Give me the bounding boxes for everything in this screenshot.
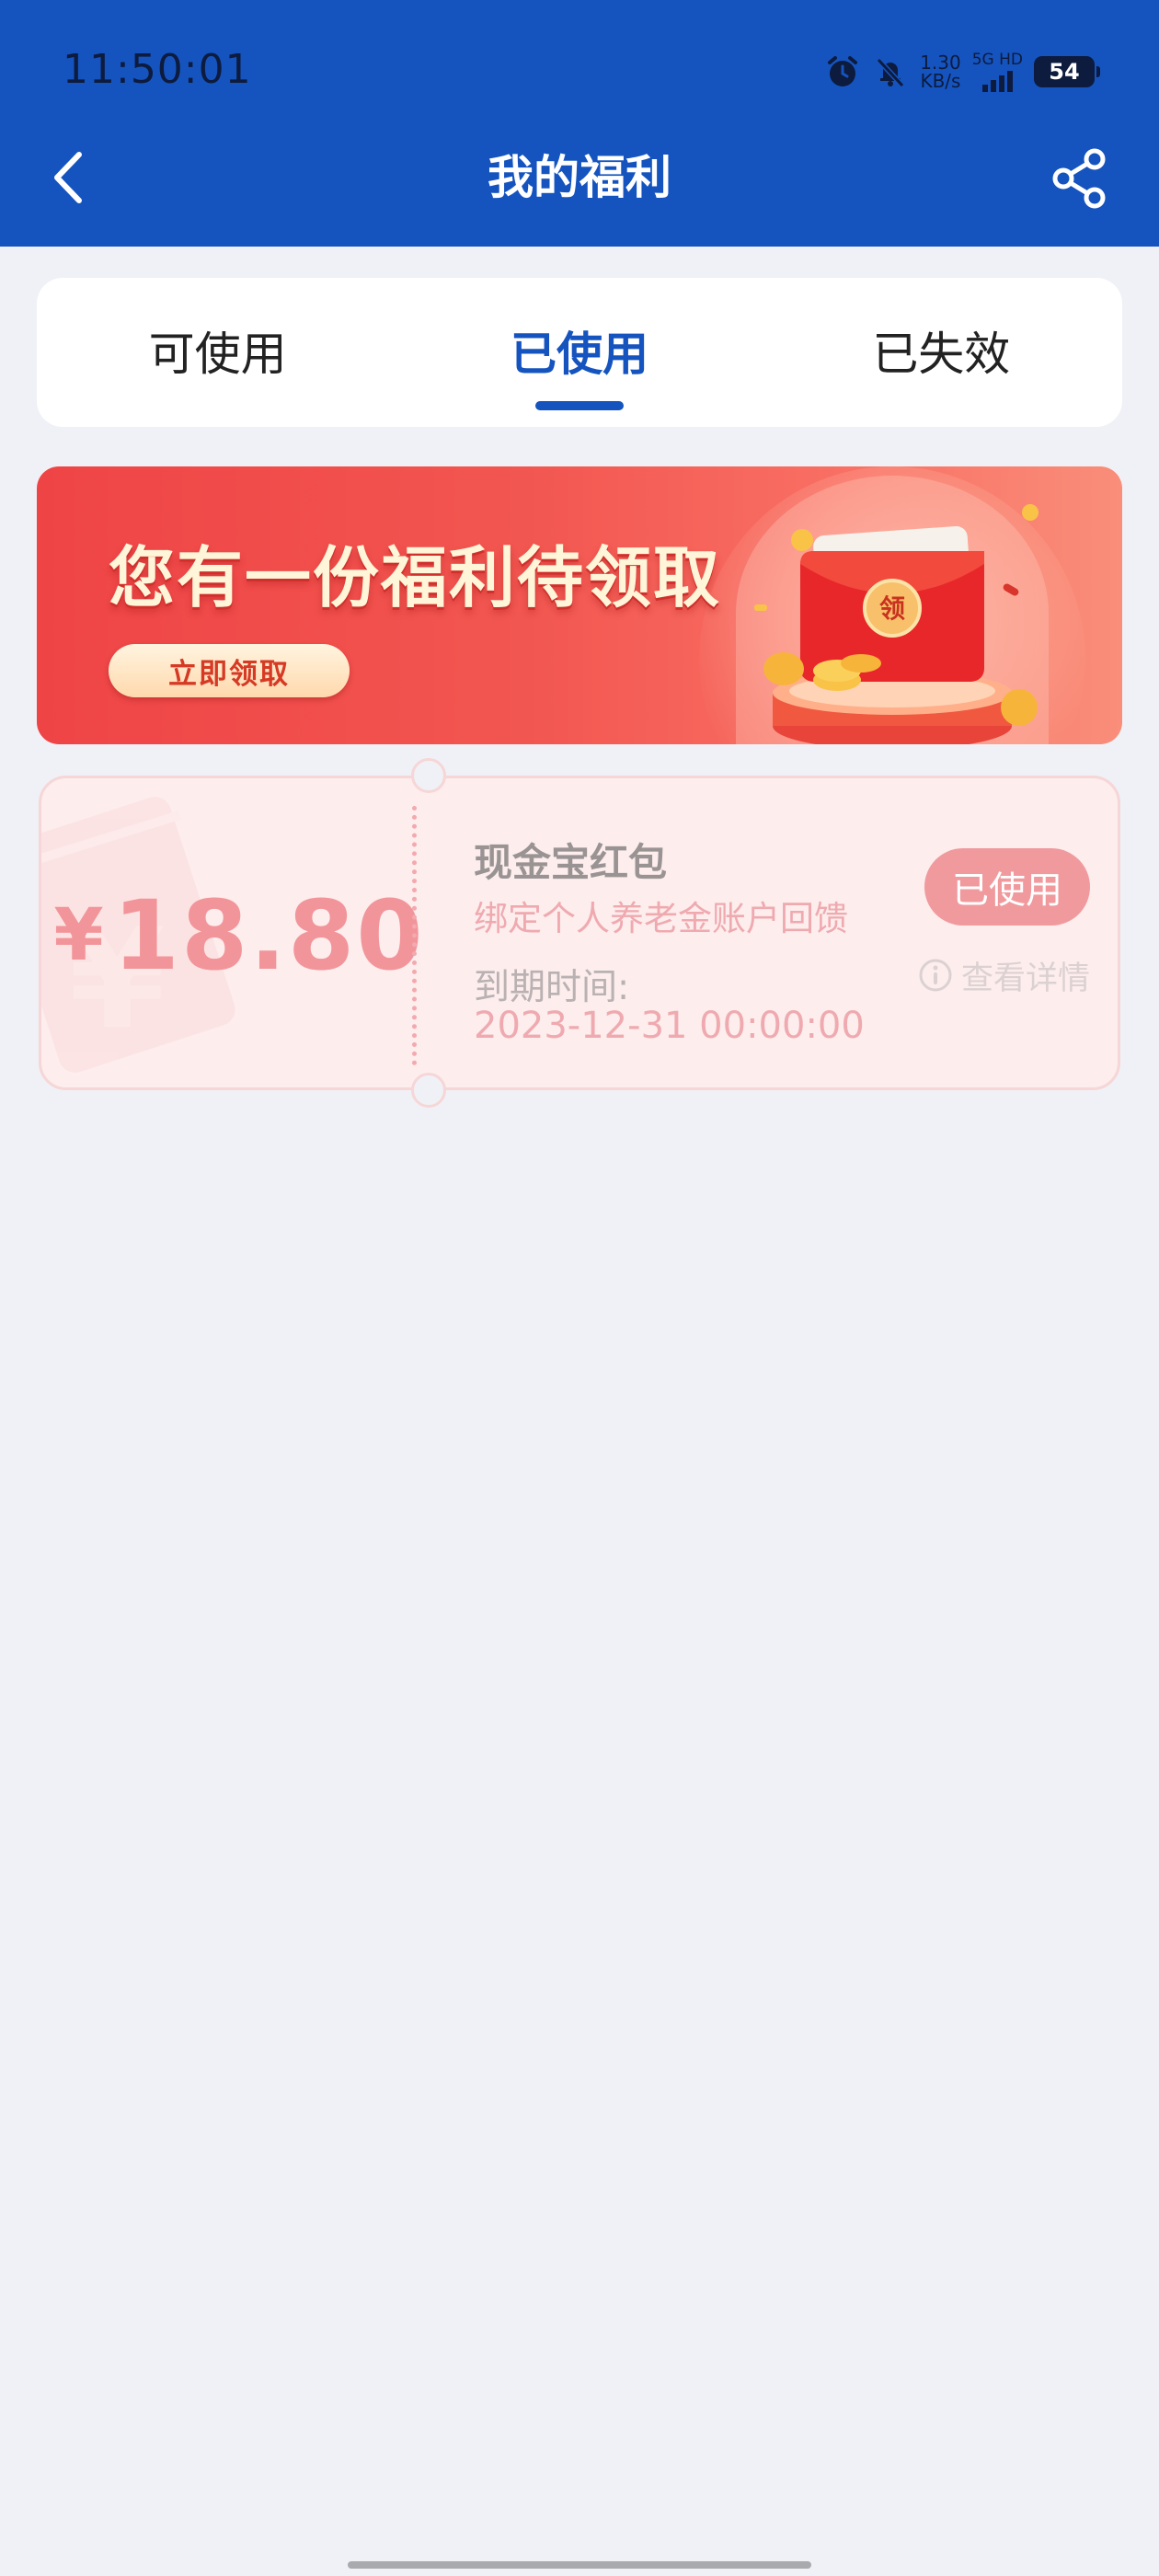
used-status-badge[interactable]: 已使用 xyxy=(924,848,1090,926)
status-icons: 1.30 KB/s 5G HD 54 xyxy=(824,46,1100,98)
tab-label: 已使用 xyxy=(510,328,648,381)
share-icon xyxy=(1052,148,1106,209)
currency-symbol: ¥ xyxy=(53,894,104,977)
coupon-amount: ¥ 18.80 xyxy=(53,778,422,1093)
net-speed-value: 1.30 xyxy=(920,52,961,74)
coupon-notch-bottom xyxy=(411,1073,446,1108)
network-indicator: 5G HD xyxy=(972,52,1023,92)
page-title: 我的福利 xyxy=(488,151,671,204)
tab-used[interactable]: 已使用 xyxy=(398,278,760,427)
net-speed: 1.30 KB/s xyxy=(920,53,961,90)
red-envelope-illustration: 领 xyxy=(736,476,1049,744)
tab-available[interactable]: 可使用 xyxy=(37,278,398,427)
view-details-link[interactable]: 查看详情 xyxy=(917,953,1090,997)
app-header: 11:50:01 1.30 KB/s 5G HD 54 我的福利 xyxy=(0,0,1159,247)
alarm-icon xyxy=(828,56,858,86)
status-time: 11:50:01 xyxy=(63,46,252,93)
tab-bar: 可使用 已使用 已失效 xyxy=(37,278,1122,427)
expire-date: 2023-12-31 00:00:00 xyxy=(474,1005,865,1047)
home-indicator[interactable] xyxy=(348,2561,811,2569)
expire-label: 到期时间: xyxy=(474,967,630,1008)
coupon-card[interactable]: ¥ ¥ 18.80 现金宝红包 绑定个人养老金账户回馈 到期时间: 2023-1… xyxy=(39,758,1120,1108)
view-details-label: 查看详情 xyxy=(960,960,1090,997)
welfare-banner[interactable]: 领 您有一份福利待领取 立即领取 xyxy=(37,466,1122,744)
tab-label: 可使用 xyxy=(148,328,287,381)
tab-expired[interactable]: 已失效 xyxy=(761,278,1122,427)
envelope-char: 领 xyxy=(879,593,905,624)
battery-level: 54 xyxy=(1049,59,1080,85)
tab-active-indicator xyxy=(534,401,624,410)
battery-icon: 54 xyxy=(1034,56,1100,87)
mute-bell-icon xyxy=(876,57,905,88)
coupon-name: 现金宝红包 xyxy=(474,840,668,885)
banner-title: 您有一份福利待领取 xyxy=(109,539,722,616)
tab-label: 已失效 xyxy=(872,328,1011,381)
net-speed-unit: KB/s xyxy=(920,70,961,92)
coupon-notch-top xyxy=(411,758,446,793)
share-button[interactable] xyxy=(1050,147,1107,210)
claim-now-button[interactable]: 立即领取 xyxy=(109,644,350,697)
info-icon xyxy=(919,959,952,992)
amount-value: 18.80 xyxy=(112,880,425,992)
coupon-description: 绑定个人养老金账户回馈 xyxy=(474,899,848,938)
signal-icon xyxy=(981,68,1013,92)
network-type: 5G HD xyxy=(971,51,1023,69)
coupon-divider xyxy=(412,806,417,1065)
